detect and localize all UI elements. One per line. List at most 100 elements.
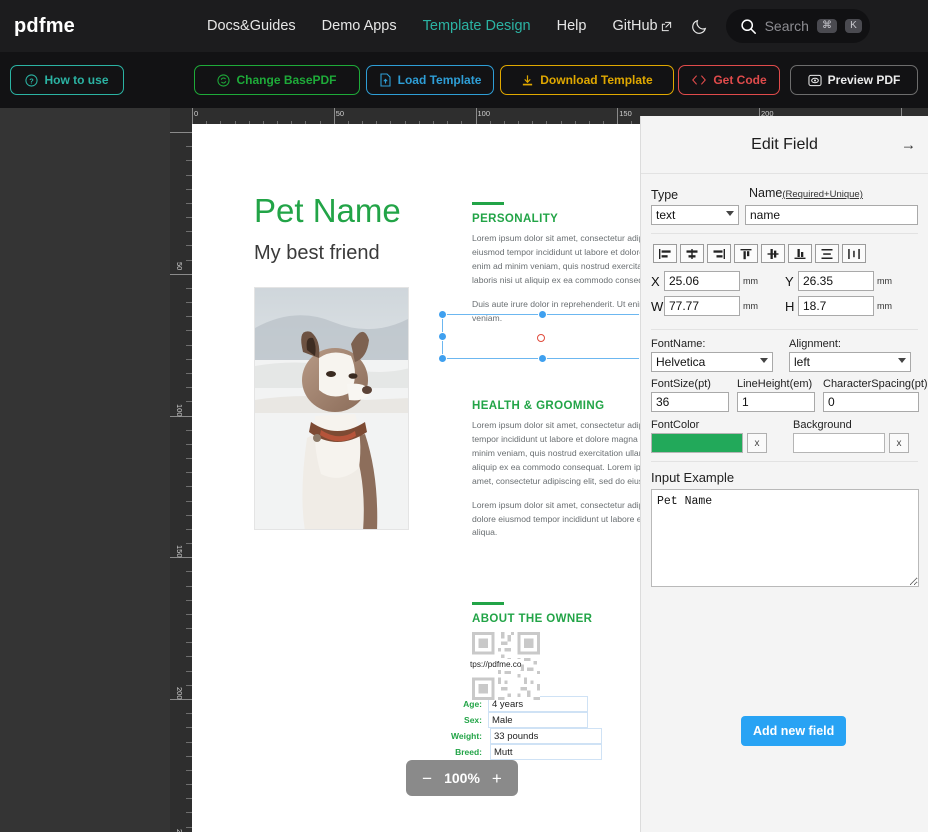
font-name-select-wrapper: Helvetica bbox=[651, 352, 773, 372]
zoom-out-button[interactable]: − bbox=[422, 770, 432, 787]
font-color-swatch[interactable] bbox=[651, 433, 743, 453]
dog-photo-image bbox=[255, 288, 409, 530]
download-template-label: Download Template bbox=[540, 73, 652, 87]
pet-name-field[interactable]: Pet Name bbox=[254, 192, 401, 230]
align-left-icon[interactable] bbox=[653, 244, 677, 263]
font-size-input[interactable] bbox=[651, 392, 729, 412]
cursor-indicator bbox=[537, 334, 545, 342]
distribute-horizontal-icon[interactable] bbox=[842, 244, 866, 263]
type-select[interactable]: text bbox=[651, 205, 739, 225]
zoom-in-button[interactable]: + bbox=[492, 770, 502, 787]
top-navbar: pdfme Docs&Guides Demo Apps Template Des… bbox=[0, 0, 928, 52]
get-code-button[interactable]: Get Code bbox=[678, 65, 780, 95]
search-kbd-k: K bbox=[845, 19, 862, 33]
character-spacing-label: CharacterSpacing(pt) bbox=[823, 378, 921, 390]
question-circle-icon: ? bbox=[25, 74, 38, 87]
refresh-circle-icon bbox=[217, 74, 230, 87]
how-to-use-button[interactable]: ? How to use bbox=[10, 65, 124, 95]
file-upload-icon bbox=[379, 73, 392, 87]
vertical-ruler: 50100150200250 bbox=[170, 126, 192, 832]
font-name-select[interactable]: Helvetica bbox=[651, 352, 773, 372]
nav-link-template-design[interactable]: Template Design bbox=[423, 18, 531, 34]
line-height-input[interactable] bbox=[737, 392, 815, 412]
ruler-h-label: 50 bbox=[336, 109, 344, 118]
code-brackets-icon bbox=[691, 74, 707, 86]
ruler-v-label: 150 bbox=[175, 545, 184, 558]
line-height-label: LineHeight(em) bbox=[737, 378, 815, 390]
brand-logo[interactable]: pdfme bbox=[14, 15, 75, 38]
nav-link-demo-apps[interactable]: Demo Apps bbox=[322, 18, 397, 34]
zoom-control: − 100% + bbox=[406, 760, 518, 796]
distribute-vertical-icon[interactable] bbox=[815, 244, 839, 263]
download-template-button[interactable]: Download Template bbox=[500, 65, 674, 95]
search-placeholder: Search bbox=[765, 18, 809, 34]
align-middle-vertical-icon[interactable] bbox=[761, 244, 785, 263]
ruler-corner bbox=[170, 108, 192, 126]
theme-toggle-button[interactable] bbox=[690, 16, 710, 36]
nav-links: Docs&Guides Demo Apps Template Design He… bbox=[207, 18, 672, 34]
font-color-row: x bbox=[651, 433, 767, 453]
load-template-button[interactable]: Load Template bbox=[366, 65, 494, 95]
resize-handle-n[interactable] bbox=[538, 310, 547, 319]
align-bottom-icon[interactable] bbox=[788, 244, 812, 263]
resize-handle-nw[interactable] bbox=[438, 310, 447, 319]
background-clear-button[interactable]: x bbox=[889, 433, 909, 453]
resize-handle-s[interactable] bbox=[538, 354, 547, 363]
background-color-swatch[interactable] bbox=[793, 433, 885, 453]
h-input[interactable] bbox=[798, 296, 874, 316]
download-icon bbox=[521, 74, 534, 87]
font-color-label: FontColor bbox=[651, 419, 767, 431]
nav-link-github[interactable]: GitHub bbox=[612, 18, 671, 34]
w-unit: mm bbox=[743, 301, 758, 311]
x-input[interactable] bbox=[664, 271, 740, 291]
section-rule bbox=[472, 202, 504, 205]
character-spacing-input[interactable] bbox=[823, 392, 919, 412]
subtitle-field[interactable]: My best friend bbox=[254, 242, 380, 265]
change-basepdf-button[interactable]: Change BasePDF bbox=[194, 65, 360, 95]
edit-field-panel: Edit Field → Type Name(Required+Unique) … bbox=[640, 116, 928, 832]
background-color-row: x bbox=[793, 433, 909, 453]
font-color-clear-button[interactable]: x bbox=[747, 433, 767, 453]
x-label: X bbox=[651, 274, 664, 289]
moon-icon bbox=[690, 16, 710, 36]
font-name-label: FontName: bbox=[651, 338, 775, 350]
panel-title: Edit Field bbox=[751, 136, 818, 154]
search-kbd-cmd: ⌘ bbox=[817, 19, 837, 33]
align-center-horizontal-icon[interactable] bbox=[680, 244, 704, 263]
type-select-wrapper: text bbox=[651, 205, 739, 225]
qr-code-field[interactable]: tps://pdfme.co bbox=[472, 632, 540, 700]
name-label-suffix: (Required+Unique) bbox=[782, 189, 863, 200]
w-input[interactable] bbox=[664, 296, 740, 316]
nav-link-docs[interactable]: Docs&Guides bbox=[207, 18, 296, 34]
ruler-v-label: 50 bbox=[175, 262, 184, 270]
w-label: W bbox=[651, 299, 664, 314]
resize-handle-sw[interactable] bbox=[438, 354, 447, 363]
field-name-input[interactable] bbox=[745, 205, 918, 225]
how-to-use-label: How to use bbox=[44, 73, 108, 87]
workspace-left-gutter bbox=[0, 108, 170, 832]
y-input[interactable] bbox=[798, 271, 874, 291]
h-label: H bbox=[785, 299, 798, 314]
type-label: Type bbox=[651, 188, 739, 202]
ruler-h-label: 0 bbox=[194, 109, 198, 118]
resize-handle-w[interactable] bbox=[438, 332, 447, 341]
load-template-label: Load Template bbox=[398, 73, 482, 87]
alignment-select[interactable]: left bbox=[789, 352, 911, 372]
add-new-field-button[interactable]: Add new field bbox=[741, 716, 846, 746]
align-right-icon[interactable] bbox=[707, 244, 731, 263]
eye-box-icon bbox=[808, 74, 822, 87]
preview-pdf-button[interactable]: Preview PDF bbox=[790, 65, 918, 95]
ruler-h-label: 100 bbox=[478, 109, 491, 118]
svg-text:?: ? bbox=[30, 76, 35, 85]
panel-divider bbox=[651, 461, 918, 462]
pet-photo-field[interactable] bbox=[254, 287, 409, 530]
arrow-right-icon[interactable]: → bbox=[901, 136, 916, 153]
app-root: pdfme Docs&Guides Demo Apps Template Des… bbox=[0, 0, 928, 832]
input-example-textarea[interactable]: Pet Name bbox=[651, 489, 919, 587]
align-top-icon[interactable] bbox=[734, 244, 758, 263]
action-toolbar: ? How to use Change BasePDF Load Templat… bbox=[0, 52, 928, 108]
search-box[interactable]: Search ⌘ K bbox=[726, 9, 870, 43]
ruler-h-label: 150 bbox=[619, 109, 632, 118]
alignment-label: Alignment: bbox=[789, 338, 913, 350]
nav-link-help[interactable]: Help bbox=[557, 18, 587, 34]
